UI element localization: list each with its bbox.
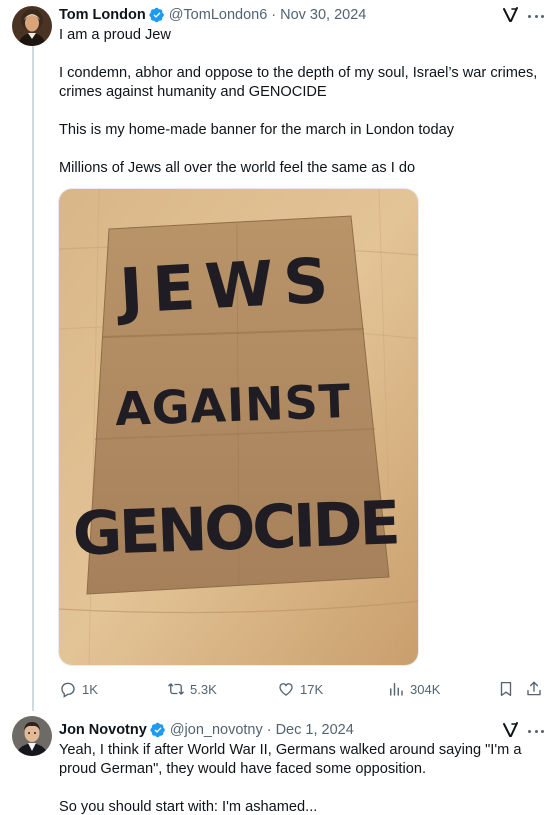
views-icon — [390, 683, 403, 696]
view-count: 304K — [410, 681, 441, 697]
repost-count: 5.3K — [190, 681, 217, 697]
author-name[interactable]: Tom London — [59, 7, 146, 23]
thread-connector-line — [32, 46, 34, 711]
reply-button[interactable]: 1K — [59, 679, 98, 699]
tweet-text-line: I condemn, abhor and oppose to the depth… — [59, 65, 538, 81]
sign-text-line: GENOCIDE — [72, 488, 399, 569]
separator-dot: · — [271, 7, 277, 23]
sign-text-line: JEWS — [114, 243, 340, 328]
more-icon[interactable] — [528, 8, 544, 24]
like-count: 17K — [300, 681, 324, 697]
tweet-text-line: Yeah, I think if after World War II, Ger… — [59, 742, 522, 758]
tweet-date[interactable]: Dec 1, 2024 — [276, 722, 354, 738]
share-button[interactable] — [525, 679, 543, 699]
views-button[interactable]: 304K — [387, 679, 440, 699]
tweet2-header: Jon Novotny @jon_novotny · Dec 1, 2024 — [59, 720, 354, 740]
repost-button[interactable]: 5.3K — [167, 679, 217, 699]
tweet2-text: Yeah, I think if after World War II, Ger… — [59, 741, 539, 815]
bookmark-icon — [500, 681, 512, 697]
verified-badge-icon — [149, 7, 164, 23]
tweet-text-line: This is my home-made banner for the marc… — [59, 122, 455, 138]
reply-count: 1K — [82, 681, 98, 697]
repost-icon — [168, 683, 184, 695]
reply-icon — [61, 682, 75, 698]
share-icon — [527, 681, 541, 696]
sign-text-line: AGAINST — [114, 374, 352, 436]
avatar-tom-london[interactable] — [12, 6, 52, 46]
tweet-text-line: I am a proud Jew — [59, 27, 171, 43]
tweet1-action-bar: 1K 5.3K 17K 304K — [59, 679, 545, 699]
tweet1-header: Tom London @TomLondon6 · Nov 30, 2024 — [59, 5, 366, 25]
grok-icon[interactable] — [502, 721, 520, 739]
more-icon[interactable] — [528, 723, 544, 739]
author-handle[interactable]: @TomLondon6 — [169, 7, 268, 23]
like-icon — [279, 683, 293, 696]
author-name[interactable]: Jon Novotny — [59, 722, 147, 738]
avatar-jon-novotny[interactable] — [12, 716, 52, 756]
author-handle[interactable]: @jon_novotny — [170, 722, 263, 738]
tweet-text-line: So you should start with: I'm ashamed... — [59, 799, 318, 815]
tweet-date[interactable]: Nov 30, 2024 — [280, 7, 366, 23]
tweet-text-line: crimes against humanity and GENOCIDE — [59, 84, 327, 100]
verified-badge-icon — [150, 722, 165, 738]
tweet-text-line: Millions of Jews all over the world feel… — [59, 160, 416, 176]
tweet1-text: I am a proud Jew I condemn, abhor and op… — [59, 26, 539, 178]
tweet-media-photo[interactable]: JEWS AGAINST GENOCIDE — [58, 188, 419, 666]
bookmark-button[interactable] — [497, 679, 515, 699]
grok-icon[interactable] — [502, 6, 520, 24]
tweet-text-line: proud German", they would have faced som… — [59, 761, 426, 777]
like-button[interactable]: 17K — [277, 679, 323, 699]
separator-dot: · — [266, 722, 272, 738]
